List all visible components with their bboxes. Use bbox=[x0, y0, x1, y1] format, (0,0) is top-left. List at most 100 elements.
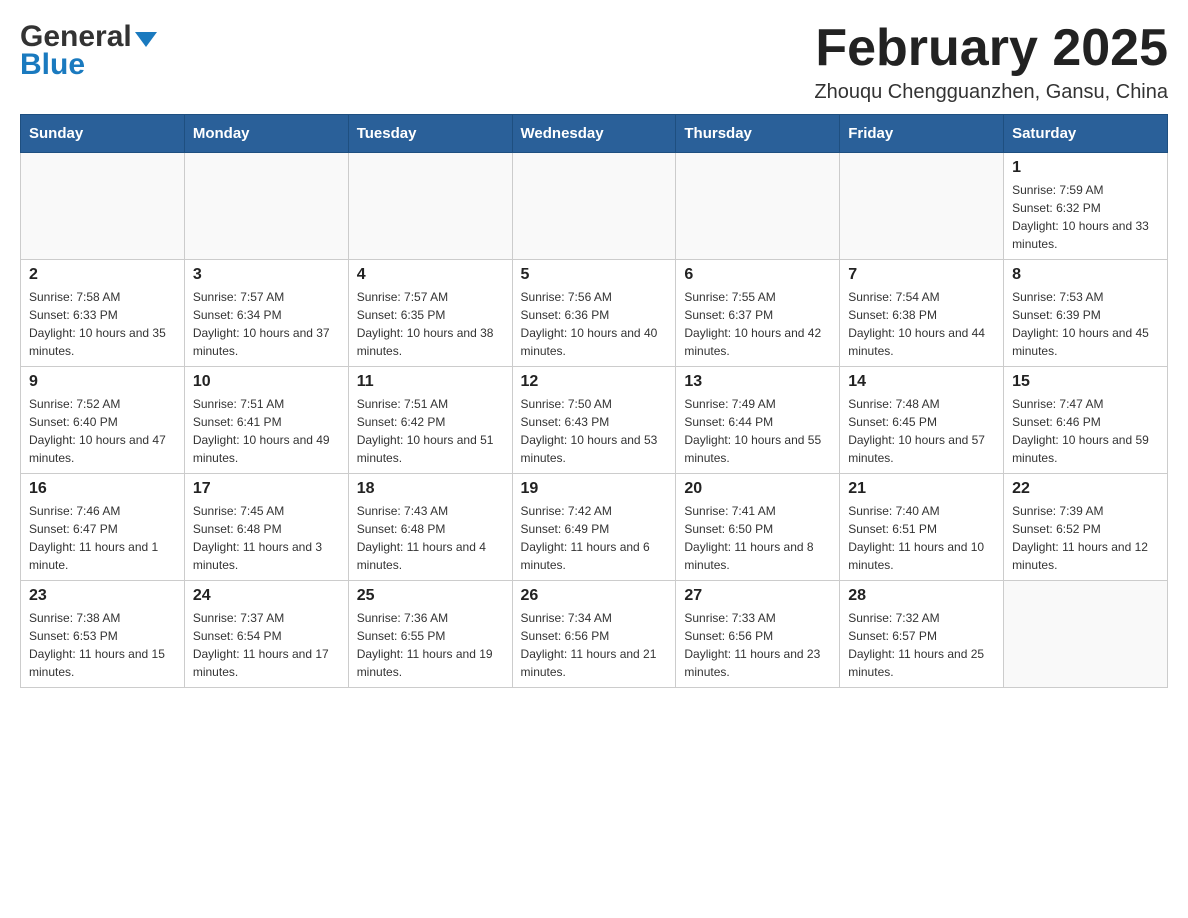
calendar-day-cell: 28 Sunrise: 7:32 AM Sunset: 6:57 PM Dayli… bbox=[840, 581, 1004, 688]
day-info: Sunrise: 7:51 AM Sunset: 6:42 PM Dayligh… bbox=[357, 395, 504, 467]
calendar-day-cell: 17 Sunrise: 7:45 AM Sunset: 6:48 PM Dayli… bbox=[184, 474, 348, 581]
day-of-week-header: Sunday bbox=[21, 115, 185, 153]
day-info: Sunrise: 7:32 AM Sunset: 6:57 PM Dayligh… bbox=[848, 609, 995, 681]
day-number: 21 bbox=[848, 480, 995, 498]
calendar-week-row: 1 Sunrise: 7:59 AM Sunset: 6:32 PM Daylig… bbox=[21, 153, 1168, 260]
calendar-day-cell bbox=[1004, 581, 1168, 688]
day-number: 10 bbox=[193, 373, 340, 391]
day-number: 12 bbox=[521, 373, 668, 391]
day-number: 13 bbox=[684, 373, 831, 391]
day-info: Sunrise: 7:54 AM Sunset: 6:38 PM Dayligh… bbox=[848, 288, 995, 360]
calendar-day-cell bbox=[184, 153, 348, 260]
day-number: 14 bbox=[848, 373, 995, 391]
logo-blue: Blue bbox=[20, 48, 85, 82]
day-info: Sunrise: 7:57 AM Sunset: 6:35 PM Dayligh… bbox=[357, 288, 504, 360]
calendar-day-cell: 26 Sunrise: 7:34 AM Sunset: 6:56 PM Dayli… bbox=[512, 581, 676, 688]
day-number: 28 bbox=[848, 587, 995, 605]
calendar-day-cell: 16 Sunrise: 7:46 AM Sunset: 6:47 PM Dayli… bbox=[21, 474, 185, 581]
day-info: Sunrise: 7:48 AM Sunset: 6:45 PM Dayligh… bbox=[848, 395, 995, 467]
calendar-day-cell bbox=[512, 153, 676, 260]
day-number: 22 bbox=[1012, 480, 1159, 498]
day-info: Sunrise: 7:39 AM Sunset: 6:52 PM Dayligh… bbox=[1012, 502, 1159, 574]
day-of-week-header: Saturday bbox=[1004, 115, 1168, 153]
day-of-week-header: Friday bbox=[840, 115, 1004, 153]
logo-triangle-icon bbox=[135, 32, 157, 47]
day-of-week-header: Tuesday bbox=[348, 115, 512, 153]
day-number: 15 bbox=[1012, 373, 1159, 391]
day-number: 11 bbox=[357, 373, 504, 391]
calendar-day-cell: 23Sunrise: 7:38 AM Sunset: 6:53 PM Dayli… bbox=[21, 581, 185, 688]
calendar-title: February 2025 bbox=[814, 20, 1168, 77]
day-of-week-header: Monday bbox=[184, 115, 348, 153]
day-number: 24 bbox=[193, 587, 340, 605]
calendar-day-cell: 27 Sunrise: 7:33 AM Sunset: 6:56 PM Dayli… bbox=[676, 581, 840, 688]
day-info: Sunrise: 7:36 AM Sunset: 6:55 PM Dayligh… bbox=[357, 609, 504, 681]
calendar-day-cell bbox=[21, 153, 185, 260]
title-section: February 2025 Zhouqu Chengguanzhen, Gans… bbox=[814, 20, 1168, 104]
calendar-day-cell: 11 Sunrise: 7:51 AM Sunset: 6:42 PM Dayli… bbox=[348, 367, 512, 474]
day-info: Sunrise: 7:46 AM Sunset: 6:47 PM Dayligh… bbox=[29, 502, 176, 574]
calendar-day-cell: 15Sunrise: 7:47 AM Sunset: 6:46 PM Dayli… bbox=[1004, 367, 1168, 474]
day-info: Sunrise: 7:37 AM Sunset: 6:54 PM Dayligh… bbox=[193, 609, 340, 681]
calendar-day-cell: 14 Sunrise: 7:48 AM Sunset: 6:45 PM Dayli… bbox=[840, 367, 1004, 474]
day-info: Sunrise: 7:34 AM Sunset: 6:56 PM Dayligh… bbox=[521, 609, 668, 681]
calendar-day-cell: 3 Sunrise: 7:57 AM Sunset: 6:34 PM Daylig… bbox=[184, 260, 348, 367]
calendar-table: SundayMondayTuesdayWednesdayThursdayFrid… bbox=[20, 114, 1168, 688]
day-number: 3 bbox=[193, 266, 340, 284]
day-info: Sunrise: 7:58 AM Sunset: 6:33 PM Dayligh… bbox=[29, 288, 176, 360]
calendar-day-cell: 21 Sunrise: 7:40 AM Sunset: 6:51 PM Dayli… bbox=[840, 474, 1004, 581]
calendar-day-cell: 10 Sunrise: 7:51 AM Sunset: 6:41 PM Dayli… bbox=[184, 367, 348, 474]
day-info: Sunrise: 7:40 AM Sunset: 6:51 PM Dayligh… bbox=[848, 502, 995, 574]
day-number: 26 bbox=[521, 587, 668, 605]
calendar-day-cell: 6 Sunrise: 7:55 AM Sunset: 6:37 PM Daylig… bbox=[676, 260, 840, 367]
calendar-day-cell: 20 Sunrise: 7:41 AM Sunset: 6:50 PM Dayli… bbox=[676, 474, 840, 581]
day-info: Sunrise: 7:51 AM Sunset: 6:41 PM Dayligh… bbox=[193, 395, 340, 467]
day-number: 18 bbox=[357, 480, 504, 498]
day-info: Sunrise: 7:50 AM Sunset: 6:43 PM Dayligh… bbox=[521, 395, 668, 467]
day-number: 4 bbox=[357, 266, 504, 284]
calendar-day-cell: 19 Sunrise: 7:42 AM Sunset: 6:49 PM Dayli… bbox=[512, 474, 676, 581]
calendar-day-cell: 2Sunrise: 7:58 AM Sunset: 6:33 PM Daylig… bbox=[21, 260, 185, 367]
calendar-week-row: 2Sunrise: 7:58 AM Sunset: 6:33 PM Daylig… bbox=[21, 260, 1168, 367]
day-number: 1 bbox=[1012, 159, 1159, 177]
day-info: Sunrise: 7:41 AM Sunset: 6:50 PM Dayligh… bbox=[684, 502, 831, 574]
calendar-header-row: SundayMondayTuesdayWednesdayThursdayFrid… bbox=[21, 115, 1168, 153]
day-number: 8 bbox=[1012, 266, 1159, 284]
day-info: Sunrise: 7:49 AM Sunset: 6:44 PM Dayligh… bbox=[684, 395, 831, 467]
day-info: Sunrise: 7:59 AM Sunset: 6:32 PM Dayligh… bbox=[1012, 181, 1159, 253]
calendar-week-row: 9Sunrise: 7:52 AM Sunset: 6:40 PM Daylig… bbox=[21, 367, 1168, 474]
calendar-day-cell: 4 Sunrise: 7:57 AM Sunset: 6:35 PM Daylig… bbox=[348, 260, 512, 367]
calendar-day-cell bbox=[840, 153, 1004, 260]
calendar-day-cell: 7 Sunrise: 7:54 AM Sunset: 6:38 PM Daylig… bbox=[840, 260, 1004, 367]
day-info: Sunrise: 7:52 AM Sunset: 6:40 PM Dayligh… bbox=[29, 395, 176, 467]
calendar-day-cell bbox=[676, 153, 840, 260]
calendar-week-row: 23Sunrise: 7:38 AM Sunset: 6:53 PM Dayli… bbox=[21, 581, 1168, 688]
calendar-day-cell: 24 Sunrise: 7:37 AM Sunset: 6:54 PM Dayli… bbox=[184, 581, 348, 688]
day-info: Sunrise: 7:45 AM Sunset: 6:48 PM Dayligh… bbox=[193, 502, 340, 574]
day-info: Sunrise: 7:57 AM Sunset: 6:34 PM Dayligh… bbox=[193, 288, 340, 360]
day-info: Sunrise: 7:42 AM Sunset: 6:49 PM Dayligh… bbox=[521, 502, 668, 574]
day-number: 7 bbox=[848, 266, 995, 284]
day-info: Sunrise: 7:43 AM Sunset: 6:48 PM Dayligh… bbox=[357, 502, 504, 574]
calendar-day-cell: 22 Sunrise: 7:39 AM Sunset: 6:52 PM Dayli… bbox=[1004, 474, 1168, 581]
calendar-day-cell: 18 Sunrise: 7:43 AM Sunset: 6:48 PM Dayli… bbox=[348, 474, 512, 581]
day-info: Sunrise: 7:38 AM Sunset: 6:53 PM Dayligh… bbox=[29, 609, 176, 681]
logo: General Blue bbox=[20, 20, 157, 82]
day-number: 19 bbox=[521, 480, 668, 498]
calendar-day-cell: 25Sunrise: 7:36 AM Sunset: 6:55 PM Dayli… bbox=[348, 581, 512, 688]
calendar-day-cell: 12 Sunrise: 7:50 AM Sunset: 6:43 PM Dayli… bbox=[512, 367, 676, 474]
day-number: 17 bbox=[193, 480, 340, 498]
calendar-day-cell: 5Sunrise: 7:56 AM Sunset: 6:36 PM Daylig… bbox=[512, 260, 676, 367]
calendar-day-cell: 9Sunrise: 7:52 AM Sunset: 6:40 PM Daylig… bbox=[21, 367, 185, 474]
calendar-day-cell: 8 Sunrise: 7:53 AM Sunset: 6:39 PM Daylig… bbox=[1004, 260, 1168, 367]
day-info: Sunrise: 7:53 AM Sunset: 6:39 PM Dayligh… bbox=[1012, 288, 1159, 360]
day-info: Sunrise: 7:56 AM Sunset: 6:36 PM Dayligh… bbox=[521, 288, 668, 360]
day-info: Sunrise: 7:33 AM Sunset: 6:56 PM Dayligh… bbox=[684, 609, 831, 681]
day-of-week-header: Wednesday bbox=[512, 115, 676, 153]
day-info: Sunrise: 7:55 AM Sunset: 6:37 PM Dayligh… bbox=[684, 288, 831, 360]
day-number: 6 bbox=[684, 266, 831, 284]
day-number: 20 bbox=[684, 480, 831, 498]
page-header: General Blue February 2025 Zhouqu Chengg… bbox=[20, 20, 1168, 104]
day-number: 27 bbox=[684, 587, 831, 605]
day-number: 16 bbox=[29, 480, 176, 498]
